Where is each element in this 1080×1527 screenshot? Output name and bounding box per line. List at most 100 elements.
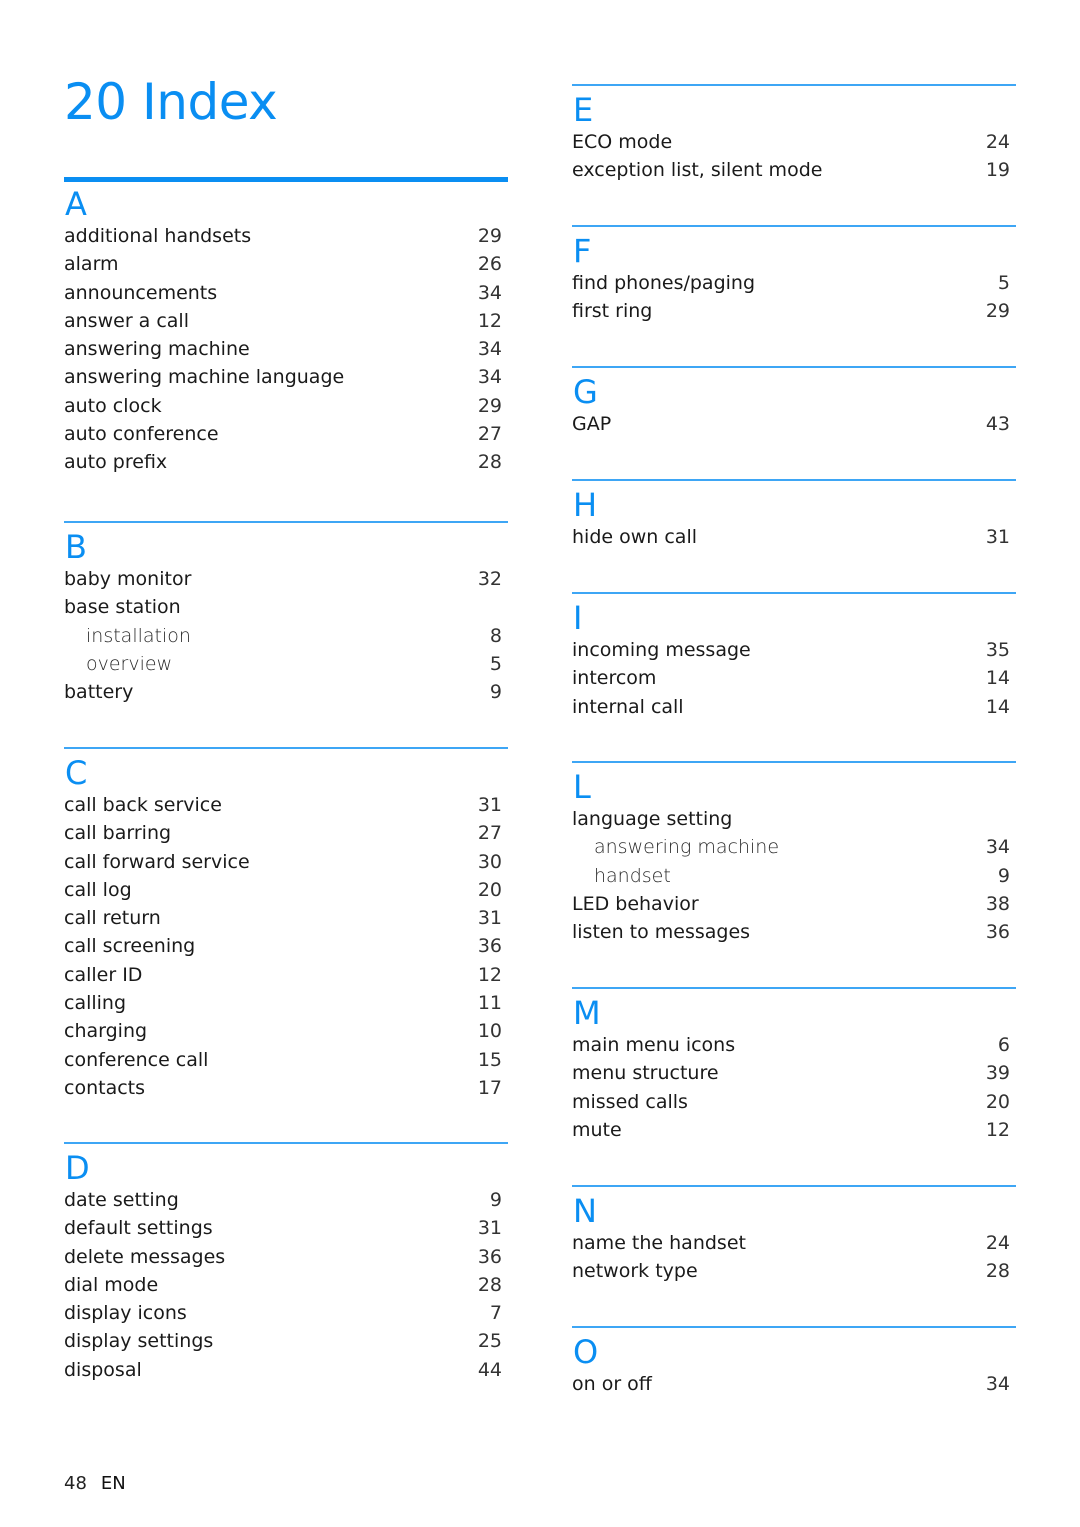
entry-page-number: 9 <box>489 1189 502 1211</box>
entry-page-number: 36 <box>477 1245 502 1268</box>
section-divider <box>572 225 1016 227</box>
index-entry: call screening 36 <box>64 932 508 960</box>
entry-page-number: 34 <box>985 1373 1010 1395</box>
entry-term: answering machine language <box>64 366 345 389</box>
index-entry: hide own call 31 <box>572 523 1016 551</box>
index-entry: call forward service 30 <box>64 848 508 876</box>
entry-page-number: 44 <box>477 1358 502 1381</box>
entry-page-number: 27 <box>477 423 502 446</box>
entry-term: baby monitor <box>64 568 192 590</box>
index-entry: charging 10 <box>64 1017 508 1045</box>
index-section-g: G GAP 43 <box>572 366 1016 438</box>
index-section-i: Iincoming message 35 intercom 14 internal ca… <box>572 592 1016 721</box>
index-entry: intercom 14 <box>572 664 1016 692</box>
entry-page-number: 34 <box>477 281 502 304</box>
section-divider <box>572 592 1016 594</box>
index-section-b: Bbaby monitor 32 base station installation 8… <box>64 521 508 706</box>
index-entry: call return 31 <box>64 904 508 932</box>
index-section-f: Ffind phones/paging 5 first ring 29 <box>572 225 1016 326</box>
section-divider <box>64 521 508 523</box>
section-letter: H <box>573 486 598 524</box>
entry-page-number: 27 <box>477 822 502 845</box>
section-letter: I <box>573 599 583 637</box>
index-entry: first ring 29 <box>572 297 1016 325</box>
entry-page-number: 19 <box>985 159 1010 182</box>
entry-page-number: 31 <box>477 907 502 930</box>
index-entry: exception list, silent mode 19 <box>572 156 1016 184</box>
entry-page-number: 14 <box>985 667 1010 690</box>
entry-page-number: 31 <box>985 526 1010 548</box>
index-entry: caller ID 12 <box>64 961 508 989</box>
index-entry: auto clock 29 <box>64 392 508 420</box>
entry-page-number: 38 <box>985 892 1010 915</box>
entry-page-number: 29 <box>985 300 1010 323</box>
section-letter: L <box>573 768 591 806</box>
entry-term: first ring <box>572 300 653 323</box>
entry-page-number: 7 <box>489 1302 502 1325</box>
entry-term: hide own call <box>572 526 698 548</box>
entry-term: date setting <box>64 1189 179 1211</box>
entry-term: installation <box>86 624 191 647</box>
entry-term: auto clock <box>64 394 162 417</box>
entry-page-number: 28 <box>985 1260 1010 1283</box>
entry-term: mute <box>572 1118 622 1141</box>
entry-term: internal call <box>572 695 684 718</box>
entry-page-number: 12 <box>985 1118 1010 1141</box>
entry-page-number: 9 <box>489 681 502 704</box>
entry-page-number: 14 <box>985 695 1010 718</box>
entry-page-number: 25 <box>477 1330 502 1353</box>
index-entry: baby monitor 32 <box>64 565 508 593</box>
entry-term: delete messages <box>64 1245 226 1268</box>
entry-term: default settings <box>64 1217 213 1240</box>
entry-page-number: 29 <box>477 225 502 247</box>
index-subentry: handset 9 <box>572 862 1016 890</box>
index-entry: contacts 17 <box>64 1074 508 1102</box>
section-letter: G <box>573 373 598 411</box>
entry-term: auto prefix <box>64 451 168 474</box>
entry-page-number: 12 <box>477 963 502 986</box>
entry-term: language setting <box>572 808 733 830</box>
index-entry: incoming message 35 <box>572 636 1016 664</box>
section-divider <box>572 84 1016 86</box>
entry-term: alarm <box>64 253 119 276</box>
index-entry: network type 28 <box>572 1257 1016 1285</box>
entry-page-number: 31 <box>477 794 502 816</box>
index-subentry: installation 8 <box>64 622 508 650</box>
entry-term: find phones/paging <box>572 272 756 294</box>
entry-term: charging <box>64 1020 148 1043</box>
entry-page-number: 26 <box>477 253 502 276</box>
entry-page-number: 24 <box>985 131 1010 153</box>
index-entry: additional handsets 29 <box>64 222 508 250</box>
language-code: EN <box>100 1473 126 1494</box>
entry-term: announcements <box>64 281 218 304</box>
index-section-e: E ECO mode 24 exception list, silent mode 19 <box>572 84 1016 185</box>
entry-term: call barring <box>64 822 172 845</box>
entry-term: exception list, silent mode <box>572 159 823 182</box>
entry-term: disposal <box>64 1358 142 1381</box>
index-entry: display icons 7 <box>64 1299 508 1327</box>
entry-page-number: 20 <box>985 1090 1010 1113</box>
entry-term: listen to messages <box>572 921 751 944</box>
entry-term: missed calls <box>572 1090 688 1113</box>
section-letter: A <box>65 185 87 223</box>
index-entry: conference call 15 <box>64 1046 508 1074</box>
index-entry: dial mode 28 <box>64 1271 508 1299</box>
entry-page-number: 39 <box>985 1062 1010 1085</box>
entry-page-number: 17 <box>477 1076 502 1099</box>
entry-term: name the handset <box>572 1232 746 1254</box>
index-section-c: Ccall back service 31 call barring 27 call f… <box>64 747 508 1102</box>
index-entry: disposal 44 <box>64 1356 508 1384</box>
entry-term: overview <box>86 652 173 675</box>
entry-term: network type <box>572 1260 698 1283</box>
index-entry: ECO mode 24 <box>572 128 1016 156</box>
index-entry: display settings 25 <box>64 1327 508 1355</box>
entry-page-number: 11 <box>477 992 502 1015</box>
entry-term: call back service <box>64 794 222 816</box>
entry-term: LED behavior <box>572 892 699 915</box>
entry-term: handset <box>594 864 671 887</box>
index-entry: call barring 27 <box>64 819 508 847</box>
index-entry: base station <box>64 593 508 621</box>
section-divider <box>64 1142 508 1144</box>
index-entry: answering machine language 34 <box>64 363 508 391</box>
index-entry: delete messages 36 <box>64 1243 508 1271</box>
